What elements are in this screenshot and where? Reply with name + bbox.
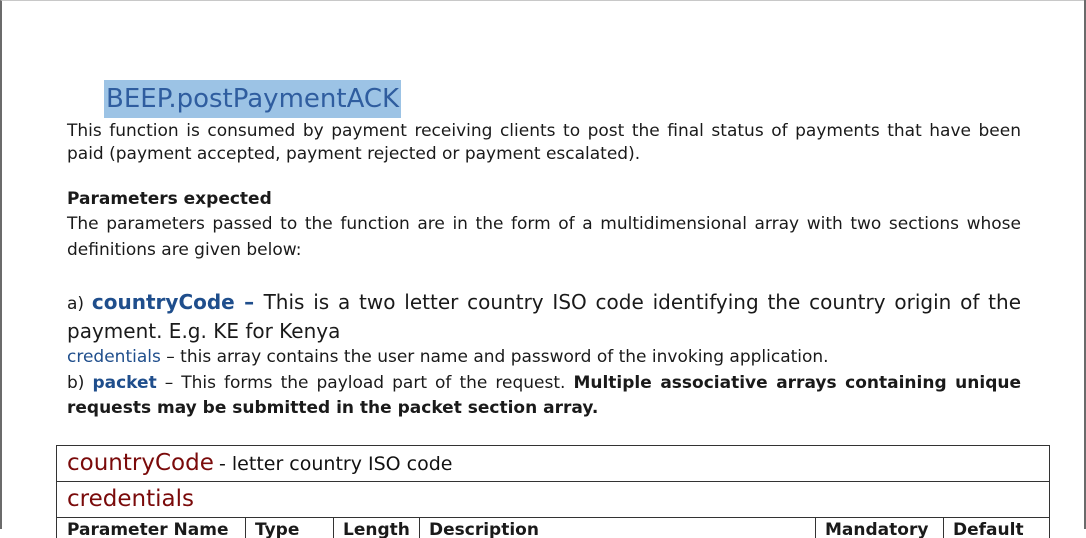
header-description: Description [429, 520, 539, 538]
header-default: Default [953, 520, 1024, 538]
item-credentials-text: – this array contains the user name and … [160, 347, 829, 367]
function-title[interactable]: BEEP.postPaymentACK [104, 80, 402, 118]
country-code-description: - letter country ISO code [219, 453, 453, 475]
item-a-text-2: payment. E.g. KE for Kenya [67, 319, 341, 343]
parameters-table: countryCode - letter country ISO code cr… [56, 445, 1050, 538]
header-length: Length [343, 520, 410, 538]
item-a-prefix: a) [67, 294, 92, 314]
item-b-text: – This forms the payload part of the req… [156, 373, 574, 393]
country-code-label: countryCode [67, 450, 214, 476]
intro-line-2: paid (payment accepted, payment rejected… [67, 144, 641, 164]
parameters-heading: Parameters expected [67, 189, 272, 209]
parameters-line-1: The parameters passed to the function ar… [67, 214, 1021, 234]
item-b-bold-1: Multiple associative arrays containing u… [573, 373, 1022, 393]
column-divider [245, 518, 246, 538]
item-a-name: countryCode [91, 290, 235, 314]
header-type: Type [255, 520, 300, 538]
table-row-country-code: countryCode - letter country ISO code [56, 446, 1050, 482]
column-divider [943, 518, 944, 538]
credentials-label: credentials [67, 486, 194, 512]
column-divider [419, 518, 420, 538]
item-b-bold-2: requests may be submitted in the packet … [67, 398, 599, 418]
item-b-name: packet [92, 373, 157, 393]
item-a-line-1: a) countryCode – This is a two letter co… [67, 288, 1021, 319]
intro-line-1: This function is consumed by payment rec… [67, 121, 1021, 141]
header-mandatory: Mandatory [825, 520, 929, 538]
item-credentials: credentials – this array contains the us… [67, 346, 1021, 369]
item-a-text-1: This is a two letter country ISO code id… [263, 290, 1021, 314]
item-a-dash: – [234, 290, 264, 314]
column-divider [333, 518, 334, 538]
table-row-credentials: credentials [56, 482, 1050, 518]
item-credentials-name: credentials [67, 347, 161, 367]
column-divider [815, 518, 816, 538]
table-header-row: Parameter Name Type Length Description M… [56, 518, 1050, 538]
item-b-prefix: b) [67, 373, 93, 393]
parameters-line-2: definitions are given below: [67, 240, 302, 260]
header-parameter-name: Parameter Name [67, 520, 229, 538]
item-b-line-1: b) packet – This forms the payload part … [67, 372, 1021, 395]
